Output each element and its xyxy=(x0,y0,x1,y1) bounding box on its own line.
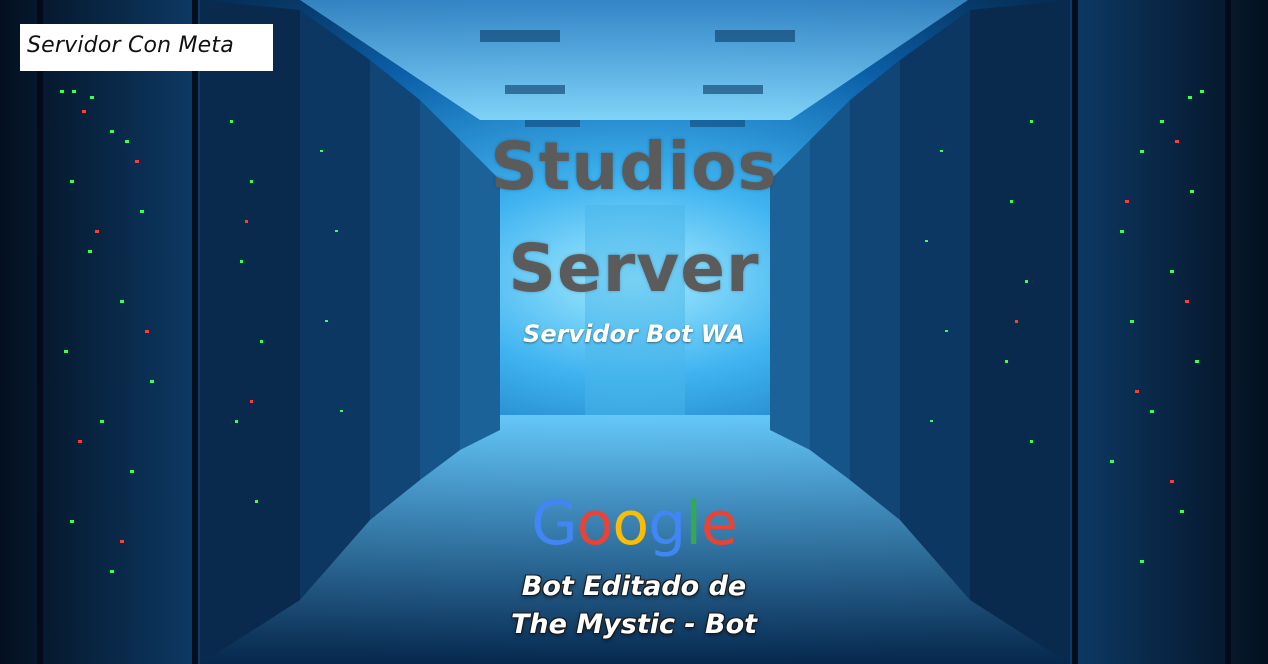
google-logo: Google xyxy=(0,494,1268,554)
logo-letter: e xyxy=(700,489,738,559)
corner-label: Servidor Con Meta xyxy=(20,24,273,71)
logo-letter: g xyxy=(648,489,686,559)
credit-line-1: Bot Editado de xyxy=(521,571,747,602)
logo-letter: G xyxy=(531,489,577,559)
logo-letter: o xyxy=(576,489,614,559)
logo-letter: l xyxy=(685,489,702,559)
logo-letter: o xyxy=(612,489,649,559)
subtitle: Servidor Bot WA xyxy=(523,320,745,348)
credit-line-2: The Mystic - Bot xyxy=(510,609,758,640)
headline-line-2: Server xyxy=(508,230,760,307)
server-room-image: Servidor Con Meta Studios Server Servido… xyxy=(0,0,1268,664)
headline-line-1: Studios xyxy=(490,128,778,205)
